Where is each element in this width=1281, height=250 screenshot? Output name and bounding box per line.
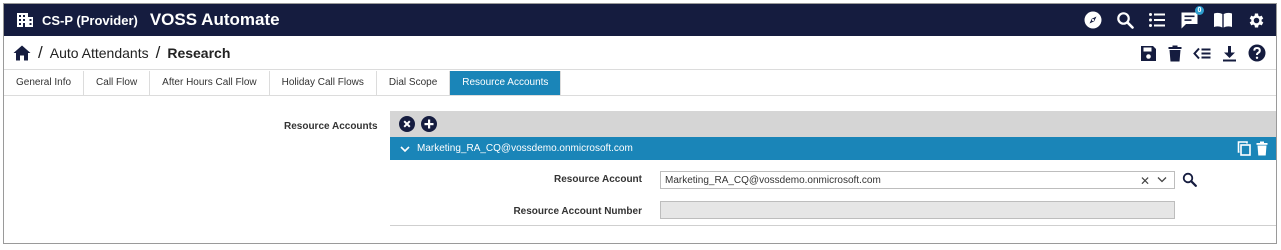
chevron-down-icon[interactable]	[400, 145, 410, 153]
tab-holiday-call-flows[interactable]: Holiday Call Flows	[270, 71, 377, 95]
home-icon[interactable]	[13, 45, 31, 61]
breadcrumb-auto-attendants[interactable]: Auto Attendants	[50, 45, 149, 61]
resource-account-select[interactable]: Marketing_RA_CQ@vossdemo.onmicrosoft.com…	[660, 171, 1175, 189]
resource-accounts-label: Resource Accounts	[284, 121, 378, 132]
plus-icon	[424, 119, 434, 129]
notifications[interactable]: 0	[1180, 5, 1204, 30]
remove-all-button[interactable]	[399, 116, 415, 132]
resource-accounts-header	[390, 111, 1276, 137]
resource-account-item-body: Resource Account Marketing_RA_CQ@vossdem…	[390, 160, 1276, 226]
search-icon[interactable]	[1116, 11, 1134, 29]
resource-account-number-field[interactable]	[660, 201, 1175, 219]
top-icon-group: 0	[1084, 4, 1266, 36]
collapse-list-icon[interactable]	[1193, 45, 1211, 62]
close-icon	[403, 120, 411, 128]
search-icon[interactable]	[1182, 172, 1197, 187]
resource-account-item-header[interactable]: Marketing_RA_CQ@vossdemo.onmicrosoft.com	[390, 137, 1276, 160]
tab-resource-accounts[interactable]: Resource Accounts	[450, 71, 562, 95]
download-icon[interactable]	[1222, 45, 1237, 62]
help-icon[interactable]	[1248, 44, 1266, 62]
list-icon[interactable]	[1148, 11, 1166, 29]
tab-bar: General Info Call Flow After Hours Call …	[4, 71, 562, 95]
top-navbar: CS-P (Provider) VOSS Automate 0	[4, 4, 1276, 36]
tab-dial-scope[interactable]: Dial Scope	[377, 71, 451, 95]
item-actions	[1237, 137, 1268, 160]
chevron-down-icon[interactable]	[1157, 176, 1167, 183]
resource-account-item-title: Marketing_RA_CQ@vossdemo.onmicrosoft.com	[417, 143, 633, 154]
book-icon[interactable]	[1213, 11, 1233, 29]
resource-account-number-label: Resource Account Number	[513, 206, 642, 217]
resource-account-value: Marketing_RA_CQ@vossdemo.onmicrosoft.com	[665, 175, 881, 186]
breadcrumb-separator: /	[38, 42, 43, 62]
delete-item-icon[interactable]	[1256, 141, 1268, 156]
notification-badge: 0	[1195, 5, 1204, 15]
save-icon[interactable]	[1140, 45, 1157, 62]
record-actions	[1140, 36, 1266, 70]
breadcrumb: / Auto Attendants / Research	[4, 36, 1276, 70]
building-icon	[17, 13, 33, 27]
app-title: VOSS Automate	[149, 10, 280, 29]
app-window: CS-P (Provider) VOSS Automate 0 / Auto A…	[3, 3, 1277, 244]
tenant-name[interactable]: CS-P (Provider)	[42, 13, 138, 28]
tab-call-flow[interactable]: Call Flow	[84, 71, 151, 95]
resource-account-label: Resource Account	[554, 174, 642, 185]
tab-after-hours-call-flow[interactable]: After Hours Call Flow	[150, 71, 270, 95]
tab-general-info[interactable]: General Info	[4, 71, 85, 95]
compass-icon[interactable]	[1084, 11, 1102, 29]
tab-divider	[4, 95, 1276, 96]
gear-icon[interactable]	[1247, 11, 1266, 30]
copy-icon[interactable]	[1237, 141, 1251, 156]
clear-icon[interactable]: ✕	[1140, 174, 1150, 188]
breadcrumb-separator: /	[155, 42, 161, 62]
delete-icon[interactable]	[1168, 45, 1182, 62]
breadcrumb-current: Research	[167, 44, 231, 61]
add-resource-account-button[interactable]	[421, 116, 437, 132]
